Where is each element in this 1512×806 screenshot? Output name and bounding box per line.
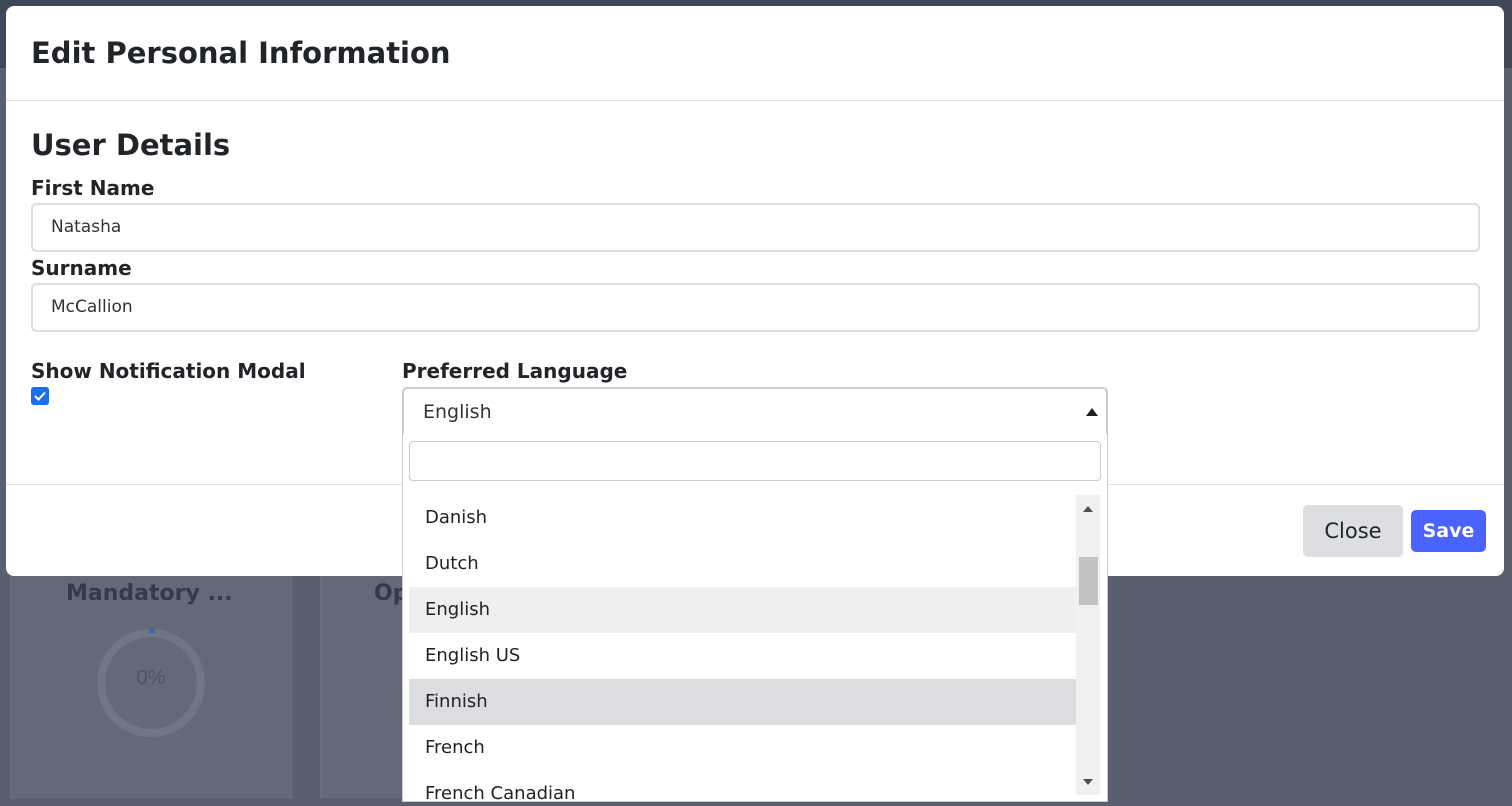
caret-up-icon (1086, 408, 1098, 416)
surname-label: Surname (31, 256, 132, 280)
section-title: User Details (31, 128, 231, 162)
modal-title: Edit Personal Information (31, 36, 451, 70)
select-value: English (423, 401, 492, 423)
surname-input[interactable]: McCallion (31, 283, 1480, 332)
language-option[interactable]: Danish (409, 495, 1076, 541)
preferred-language-select[interactable]: English (402, 387, 1108, 436)
first-name-input[interactable]: Natasha (31, 203, 1480, 252)
language-option[interactable]: Finnish (409, 679, 1076, 725)
language-option[interactable]: French Canadian (409, 771, 1076, 801)
scrollbar-thumb[interactable] (1079, 557, 1098, 605)
scroll-up-icon[interactable] (1082, 505, 1094, 513)
modal-header: Edit Personal Information (6, 6, 1504, 101)
language-search-input[interactable] (409, 441, 1101, 481)
language-dropdown: Danish Dutch English English US Finnish Frenc… (402, 434, 1108, 802)
save-button[interactable]: Save (1411, 510, 1486, 552)
language-option[interactable]: French (409, 725, 1076, 771)
dropdown-scrollbar[interactable] (1076, 495, 1100, 795)
checkmark-icon (34, 391, 46, 401)
show-notification-checkbox[interactable] (31, 387, 49, 405)
language-option[interactable]: English US (409, 633, 1076, 679)
show-notification-label: Show Notification Modal (31, 359, 306, 383)
scroll-down-icon[interactable] (1082, 778, 1094, 786)
language-option[interactable]: English (409, 587, 1076, 633)
language-option[interactable]: Dutch (409, 541, 1076, 587)
language-options-list: Danish Dutch English English US Finnish Frenc… (409, 495, 1076, 801)
preferred-language-label: Preferred Language (402, 359, 628, 383)
close-button[interactable]: Close (1303, 505, 1403, 557)
first-name-label: First Name (31, 176, 155, 200)
